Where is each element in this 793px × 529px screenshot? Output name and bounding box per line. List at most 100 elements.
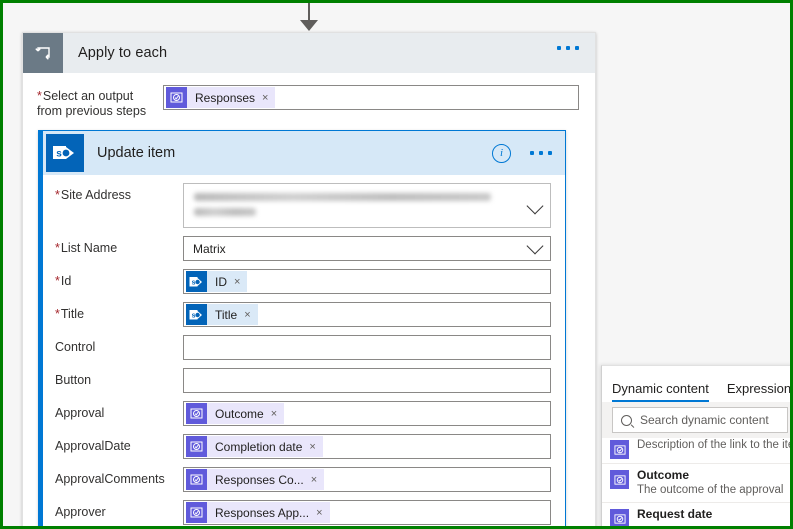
approvals-icon: [186, 469, 207, 490]
select-output-input[interactable]: Responses ×: [163, 85, 579, 110]
token-remove-icon[interactable]: ×: [262, 92, 268, 104]
chevron-down-icon[interactable]: [526, 237, 544, 255]
id-input[interactable]: s ID ×: [183, 269, 551, 294]
update-item-title: Update item: [97, 145, 176, 161]
field-label-title: *Title: [55, 307, 85, 321]
apply-to-each-body: *Select an output from previous steps Re…: [23, 73, 595, 129]
token-label: Outcome ×: [207, 403, 285, 424]
token-remove-icon[interactable]: ×: [311, 474, 317, 486]
token-responses-comments[interactable]: Responses Co... ×: [186, 469, 325, 490]
token-id[interactable]: s ID ×: [186, 271, 248, 292]
token-remove-icon[interactable]: ×: [271, 408, 277, 420]
field-label-button: Button: [55, 373, 92, 387]
search-icon: [621, 414, 632, 426]
token-label: Completion date ×: [207, 436, 323, 457]
tab-expression[interactable]: Expression: [727, 381, 790, 402]
field-row-approval-date: ApprovalDate Completion date ×: [43, 434, 565, 459]
sharepoint-icon: s: [186, 304, 207, 325]
approvals-icon: [186, 502, 207, 523]
title-input[interactable]: s Title ×: [183, 302, 551, 327]
list-item-name: Request date: [637, 507, 713, 521]
field-row-button: Button: [43, 368, 565, 393]
approval-input[interactable]: Outcome ×: [183, 401, 551, 426]
control-input[interactable]: [183, 335, 551, 360]
field-label-approval-date: ApprovalDate: [55, 439, 131, 453]
field-row-approval-comments: ApprovalComments Responses Co... ×: [43, 467, 565, 492]
token-remove-icon[interactable]: ×: [244, 309, 250, 321]
token-remove-icon[interactable]: ×: [309, 441, 315, 453]
list-item-description: Description of the link to the item: [637, 439, 790, 451]
update-item-card[interactable]: s Update item i *Site Address *List Name…: [38, 130, 566, 526]
redacted-value-line: [194, 193, 491, 201]
list-item[interactable]: Description of the link to the item: [602, 438, 790, 464]
list-item-description: The outcome of the approval: [637, 484, 784, 496]
field-label-list-name: *List Name: [55, 241, 118, 255]
required-asterisk: *: [55, 307, 60, 321]
flow-designer-canvas: Apply to each *Select an output from pre…: [3, 3, 790, 526]
button-input[interactable]: [183, 368, 551, 393]
redacted-value-line: [194, 208, 257, 216]
select-output-label-line2: from previous steps: [37, 104, 147, 118]
field-row-site-address: *Site Address: [43, 183, 565, 228]
list-name-dropdown[interactable]: Matrix: [183, 236, 551, 261]
token-remove-icon[interactable]: ×: [316, 507, 322, 519]
field-row-id: *Id s ID ×: [43, 269, 565, 294]
field-label-site-address: *Site Address: [55, 188, 132, 202]
approvals-icon: [610, 509, 629, 526]
token-responses[interactable]: Responses ×: [166, 87, 276, 108]
field-row-approver: Approver Responses App... ×: [43, 500, 565, 525]
ellipsis-icon[interactable]: [557, 46, 579, 50]
info-icon[interactable]: i: [492, 143, 511, 163]
token-label: Title ×: [207, 304, 258, 325]
list-name-value: Matrix: [193, 241, 226, 256]
search-input[interactable]: Search dynamic content: [612, 407, 788, 433]
token-remove-icon[interactable]: ×: [234, 276, 240, 288]
field-row-title: *Title s Title ×: [43, 302, 565, 327]
site-address-dropdown[interactable]: [183, 183, 551, 228]
chevron-down-icon[interactable]: [526, 197, 544, 215]
list-item[interactable]: Outcome The outcome of the approval: [602, 464, 790, 503]
approver-input[interactable]: Responses App... ×: [183, 500, 551, 525]
field-label-approval-comments: ApprovalComments: [55, 472, 165, 486]
token-outcome[interactable]: Outcome ×: [186, 403, 285, 424]
update-item-fields: *Site Address *List Name Matrix *Id s ID…: [43, 175, 565, 526]
field-label-control: Control: [55, 340, 96, 354]
list-item-name: Outcome: [637, 468, 690, 482]
list-item[interactable]: Request date: [602, 503, 790, 526]
select-output-row: *Select an output from previous steps Re…: [23, 73, 595, 129]
approvals-icon: [186, 436, 207, 457]
approvals-icon: [166, 87, 187, 108]
field-label-id: *Id: [55, 274, 72, 288]
svg-text:s: s: [192, 279, 196, 286]
required-asterisk: *: [37, 89, 42, 103]
sharepoint-icon: s: [186, 271, 207, 292]
apply-to-each-title: Apply to each: [78, 45, 168, 61]
select-output-label-line1: Select an output: [42, 89, 134, 103]
token-label: Responses App... ×: [207, 502, 330, 523]
token-label: ID ×: [207, 271, 248, 292]
token-label: Responses ×: [187, 87, 276, 108]
approvals-icon: [610, 470, 629, 489]
dynamic-content-panel[interactable]: Dynamic content Expression Search dynami…: [601, 365, 790, 526]
update-item-header[interactable]: s Update item i: [43, 131, 565, 175]
token-completion-date[interactable]: Completion date ×: [186, 436, 323, 457]
token-responses-approver[interactable]: Responses App... ×: [186, 502, 330, 523]
field-row-approval: Approval Outcome ×: [43, 401, 565, 426]
arrow-down-icon: [300, 20, 318, 31]
required-asterisk: *: [55, 274, 60, 288]
required-asterisk: *: [55, 188, 60, 202]
token-title[interactable]: s Title ×: [186, 304, 258, 325]
field-label-approval: Approval: [55, 406, 105, 420]
loop-icon: [23, 33, 63, 73]
approvals-icon: [186, 403, 207, 424]
dynamic-content-list: Description of the link to the item Outc…: [602, 438, 790, 526]
ellipsis-icon[interactable]: [530, 151, 552, 155]
svg-text:s: s: [56, 149, 62, 160]
approval-comments-input[interactable]: Responses Co... ×: [183, 467, 551, 492]
approval-date-input[interactable]: Completion date ×: [183, 434, 551, 459]
required-asterisk: *: [55, 241, 60, 255]
approvals-icon: [610, 440, 629, 459]
tab-dynamic-content[interactable]: Dynamic content: [612, 381, 709, 402]
apply-to-each-header[interactable]: Apply to each: [23, 33, 595, 73]
dynamic-content-tabs: Dynamic content Expression: [602, 366, 790, 402]
